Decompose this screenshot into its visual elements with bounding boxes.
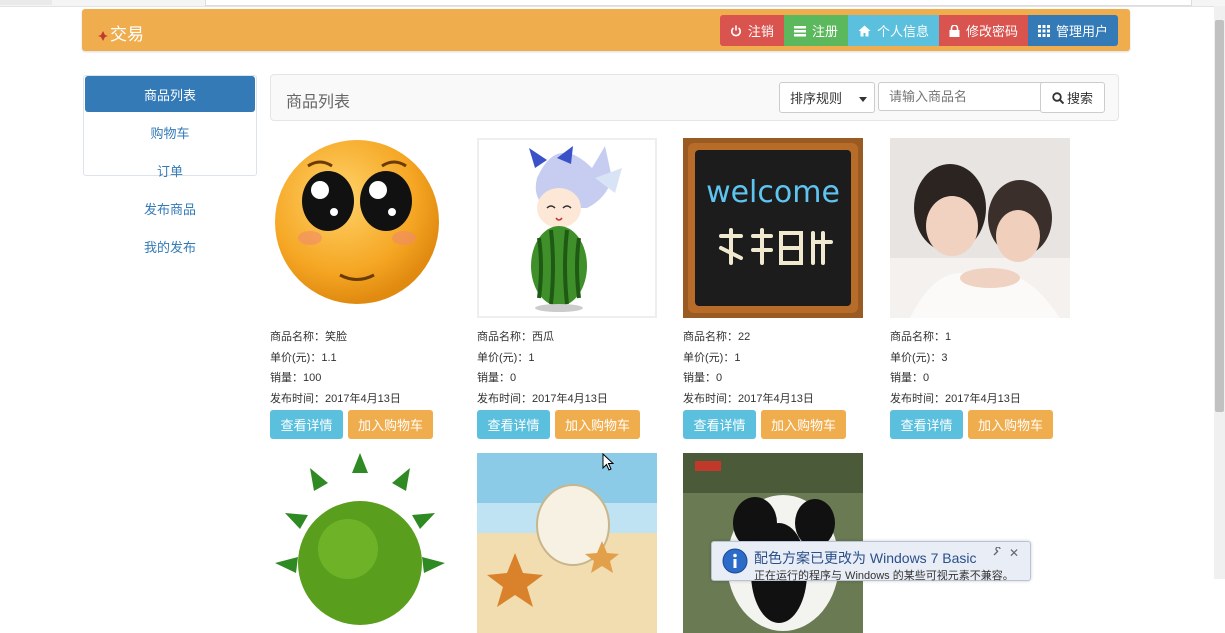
product-name: 商品名称：西瓜 [477,331,554,343]
close-icon[interactable]: ✕ [1009,546,1019,560]
manage-users-button[interactable]: 管理用户 [1027,15,1118,46]
product-sales: 销量：0 [683,372,723,384]
product-sales: 销量：0 [890,372,930,384]
top-navbar: 交易 注销 注册 个人信息 修改密码 管理用户 [82,9,1130,51]
brand-logo-icon [97,27,109,41]
profile-label: 个人信息 [876,24,929,39]
info-icon [722,548,748,577]
view-details-button[interactable]: 查看详情 [683,410,756,439]
add-to-cart-button[interactable]: 加入购物车 [348,410,433,439]
product-info: 商品名称：西瓜 单价(元)：1 销量：0 发布时间：2017年4月13日 [477,327,608,409]
list-icon [793,25,806,37]
search-label: 搜索 [1066,91,1093,106]
product-info: 商品名称：笑脸 单价(元)：1.1 销量：100 发布时间：2017年4月13日 [270,327,401,409]
product-name: 商品名称：笑脸 [270,331,347,343]
change-password-label: 修改密码 [965,24,1018,39]
product-price: 单价(元)：1 [477,351,535,364]
home-icon [858,25,871,37]
browser-top-strip [0,0,1225,7]
product-image[interactable] [270,138,450,318]
sidebar-item-publish[interactable]: 发布商品 [85,190,255,226]
product-sales: 销量：0 [477,372,517,384]
sort-dropdown-toggle[interactable] [851,82,875,113]
product-image[interactable] [477,453,657,633]
sidebar-item-cart[interactable]: 购物车 [85,114,255,150]
profile-button[interactable]: 个人信息 [847,15,939,46]
product-name: 商品名称：1 [890,331,952,343]
sidebar-item-label: 购物车 [150,125,190,141]
sort-button[interactable]: 排序规则 [779,82,853,113]
sidebar-item-orders[interactable]: 订单 [85,152,255,188]
sidebar-item-label: 订单 [156,163,183,179]
product-image[interactable] [890,138,1070,318]
brand[interactable]: 交易 [97,20,144,45]
view-details-button[interactable]: 查看详情 [477,410,550,439]
view-details-button[interactable]: 查看详情 [270,410,343,439]
product-date: 发布时间：2017年4月13日 [477,392,608,405]
product-list-panel: 商品列表 排序规则 搜索 [270,74,1119,121]
power-icon [730,25,742,37]
logout-label: 注销 [747,24,774,39]
sidebar-item-my-posts[interactable]: 我的发布 [85,228,255,264]
address-bar[interactable] [205,0,1192,6]
nav-button-group: 注销 注册 个人信息 修改密码 管理用户 [719,15,1118,46]
caret-down-icon [858,91,867,105]
product-image[interactable] [477,138,657,318]
brand-text: 交易 [110,25,144,44]
lock-icon [949,24,960,37]
change-password-button[interactable]: 修改密码 [938,15,1028,46]
search-button[interactable]: 搜索 [1040,82,1105,113]
add-to-cart-button[interactable]: 加入购物车 [968,410,1053,439]
view-details-button[interactable]: 查看详情 [890,410,963,439]
sidebar-item-label: 我的发布 [143,239,196,255]
notification-subtitle: 正在运行的程序与 Windows 的某些可视元素不兼容。 [754,570,1014,582]
product-price: 单价(元)：1.1 [270,351,337,364]
product-date: 发布时间：2017年4月13日 [890,392,1021,405]
svg-text:welcome: welcome [706,175,840,210]
wrench-icon[interactable] [992,546,1002,560]
sidebar-item-label: 商品列表 [143,87,196,103]
product-image[interactable] [270,453,450,633]
browser-tab[interactable] [0,0,52,5]
sidebar-item-label: 发布商品 [143,201,196,217]
sidebar-item-product-list[interactable]: 商品列表 [85,76,255,112]
product-date: 发布时间：2017年4月13日 [683,392,814,405]
search-icon [1052,91,1064,104]
product-price: 单价(元)：1 [683,351,741,364]
product-date: 发布时间：2017年4月13日 [270,392,401,405]
product-sales: 销量：100 [270,372,322,384]
windows-notification[interactable]: 配色方案已更改为 Windows 7 Basic 正在运行的程序与 Window… [711,541,1031,582]
product-info: 商品名称：22 单价(元)：1 销量：0 发布时间：2017年4月13日 [683,327,814,409]
product-name: 商品名称：22 [683,331,751,343]
logout-button[interactable]: 注销 [719,15,784,46]
grid-icon [1037,24,1050,37]
product-info: 商品名称：1 单价(元)：3 销量：0 发布时间：2017年4月13日 [890,327,1021,409]
register-button[interactable]: 注册 [783,15,848,46]
mouse-cursor-icon [602,452,615,474]
product-image[interactable]: welcome [683,138,863,318]
manage-users-label: 管理用户 [1055,24,1108,39]
search-input[interactable] [878,82,1045,111]
add-to-cart-button[interactable]: 加入购物车 [761,410,846,439]
scrollbar-thumb[interactable] [1215,20,1224,412]
panel-title: 商品列表 [286,94,351,111]
notification-title: 配色方案已更改为 Windows 7 Basic [754,550,977,566]
add-to-cart-button[interactable]: 加入购物车 [555,410,640,439]
register-label: 注册 [811,24,838,39]
product-price: 单价(元)：3 [890,351,948,364]
